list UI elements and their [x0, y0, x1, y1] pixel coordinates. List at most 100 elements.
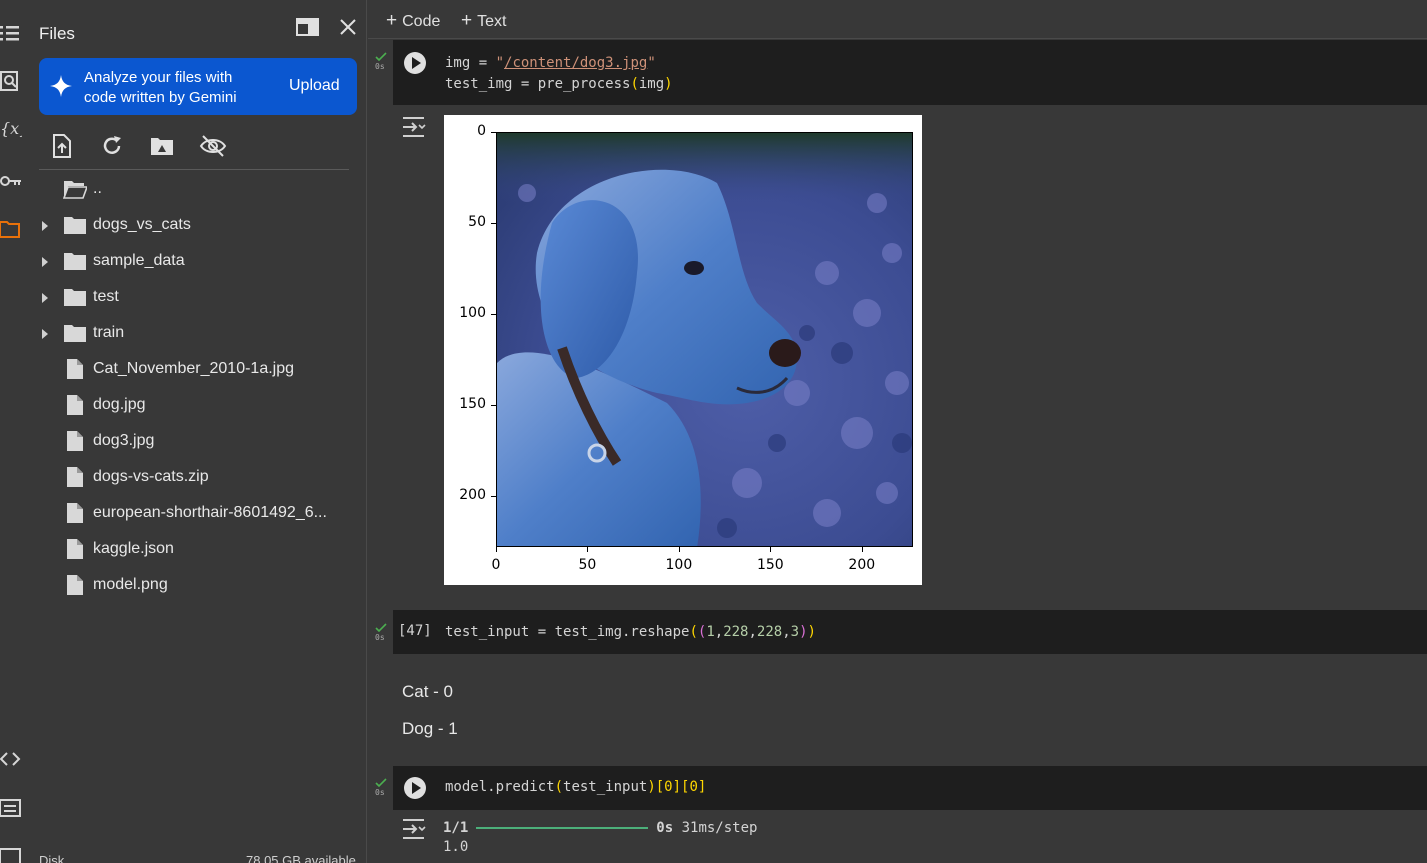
code-cell-2[interactable]: [47] test_input = test_img.reshape((1,22… — [393, 610, 1427, 654]
chevron-right-icon[interactable] — [39, 219, 51, 231]
command-palette-icon[interactable] — [0, 797, 22, 819]
open-in-tab-icon[interactable] — [296, 16, 320, 38]
chevron-right-icon[interactable] — [39, 291, 51, 303]
code-token: , — [714, 624, 724, 640]
cell1-code[interactable]: img = "/content/dog3.jpg" test_img = pre… — [445, 53, 673, 95]
tree-item-kaggle-json[interactable]: kaggle.json — [39, 535, 357, 563]
tree-item-label: test — [93, 288, 119, 305]
x-tick-mark — [861, 547, 863, 552]
tree-item-parent[interactable]: .. — [39, 175, 357, 203]
code-token: " — [495, 55, 505, 71]
cell2-status: 0s — [375, 623, 389, 642]
find-replace-icon[interactable] — [0, 70, 22, 92]
code-token: ( — [630, 76, 639, 92]
secrets-key-icon[interactable] — [0, 170, 22, 192]
y-tick-label: 150 — [459, 396, 486, 413]
code-token: ) — [664, 76, 673, 92]
run-cell-button[interactable] — [403, 51, 427, 75]
progress-step: 1/1 — [443, 820, 469, 836]
tree-item-label: model.png — [93, 576, 168, 593]
x-tick-label: 50 — [578, 557, 597, 573]
close-icon[interactable] — [337, 16, 359, 38]
svg-text:{x}: {x} — [0, 119, 22, 138]
tree-item-model-png[interactable]: model.png — [39, 571, 357, 599]
upload-button[interactable]: Upload — [289, 77, 340, 95]
terminal-icon[interactable] — [0, 846, 22, 863]
code-snippets-icon[interactable] — [0, 748, 22, 770]
dog-image — [496, 132, 913, 547]
tree-item-dogs-vs-cats-zip[interactable]: dogs-vs-cats.zip — [39, 463, 357, 491]
play-icon — [404, 52, 426, 74]
markdown-line-cat: Cat - 0 — [402, 682, 454, 701]
execution-count: [47] — [398, 623, 432, 639]
cell3-status: 0s — [375, 778, 389, 797]
add-code-button[interactable]: + Code — [386, 10, 440, 32]
table-of-contents-icon[interactable] — [0, 22, 22, 44]
markdown-line-dog: Dog - 1 — [402, 719, 458, 738]
file-icon — [63, 394, 87, 416]
cell2-code[interactable]: test_input = test_img.reshape((1,228,228… — [445, 622, 816, 643]
y-tick-label: 200 — [459, 487, 486, 504]
disk-label: Disk — [39, 853, 65, 863]
code-token: test_img = pre_process — [445, 76, 631, 92]
tree-item-sample-data[interactable]: sample_data — [39, 247, 357, 275]
code-token: img = — [445, 55, 496, 71]
play-icon — [404, 777, 426, 799]
run-cell-button[interactable] — [403, 776, 427, 800]
chevron-right-icon[interactable] — [39, 255, 51, 267]
path-link[interactable]: /content/dog3.jpg — [504, 55, 647, 71]
hide-hidden-files-icon[interactable] — [199, 133, 227, 159]
code-cell-3[interactable]: model.predict(test_input)[0][0] — [393, 766, 1427, 810]
code-cell-1[interactable]: img = "/content/dog3.jpg" test_img = pre… — [393, 40, 1427, 105]
code-token: ) — [807, 624, 816, 640]
tree-item-european-shorthair-8601492-6[interactable]: european-shorthair-8601492_6... — [39, 499, 357, 527]
code-token: 3 — [790, 624, 800, 640]
variables-icon[interactable]: {x} — [0, 118, 22, 140]
file-icon — [63, 574, 87, 596]
file-icon — [63, 538, 87, 560]
code-token: ( — [554, 779, 564, 795]
output-toggle-icon[interactable] — [402, 818, 428, 840]
files-folder-icon[interactable] — [0, 218, 22, 240]
tree-item-train[interactable]: train — [39, 319, 357, 347]
tree-item-label: kaggle.json — [93, 540, 174, 557]
tree-item-label: train — [93, 324, 125, 341]
y-tick-label: 100 — [459, 305, 486, 322]
refresh-icon[interactable] — [99, 133, 125, 159]
folder-icon — [63, 322, 87, 344]
tree-item-test[interactable]: test — [39, 283, 357, 311]
folder-icon — [63, 214, 87, 236]
y-tick-mark — [491, 496, 496, 498]
code-token: ) — [647, 779, 656, 795]
x-tick-mark — [678, 547, 680, 552]
gemini-banner[interactable]: Analyze your files with code written by … — [39, 58, 357, 115]
code-token: test_input = test_img.reshape — [445, 624, 690, 640]
tree-item-cat-november-2010-1a-jpg[interactable]: Cat_November_2010-1a.jpg — [39, 355, 357, 383]
tree-item-label: sample_data — [93, 252, 185, 269]
tree-item-dog-jpg[interactable]: dog.jpg — [39, 391, 357, 419]
gemini-banner-line2: code written by Gemini — [84, 89, 237, 106]
check-icon — [375, 778, 387, 787]
x-tick-mark — [496, 547, 497, 552]
y-tick-mark — [491, 132, 496, 133]
cell3-code[interactable]: model.predict(test_input)[0][0] — [445, 777, 706, 798]
tree-item-label: dog.jpg — [93, 396, 146, 413]
cell3-time: 0s — [375, 788, 385, 797]
y-tick-mark — [491, 314, 496, 316]
chevron-right-icon[interactable] — [39, 327, 51, 339]
disk-available: 78.05 GB available — [246, 853, 356, 863]
dog-picture — [497, 133, 912, 546]
mount-drive-icon[interactable] — [149, 133, 175, 159]
output-toggle-icon[interactable] — [402, 116, 428, 138]
code-token: img — [638, 76, 665, 92]
upload-file-icon[interactable] — [49, 133, 75, 159]
tree-item-dog3-jpg[interactable]: dog3.jpg — [39, 427, 357, 455]
files-panel: Files Analyze your files with code writt… — [22, 0, 367, 863]
notebook-toolbar: + Code + Text — [368, 0, 1427, 39]
code-token: " — [647, 55, 656, 71]
code-token: ) — [799, 624, 808, 640]
x-tick-label: 150 — [756, 557, 784, 573]
tree-item-dogs-vs-cats[interactable]: dogs_vs_cats — [39, 211, 357, 239]
add-text-button[interactable]: + Text — [461, 10, 506, 32]
tree-item-label: dog3.jpg — [93, 432, 155, 449]
